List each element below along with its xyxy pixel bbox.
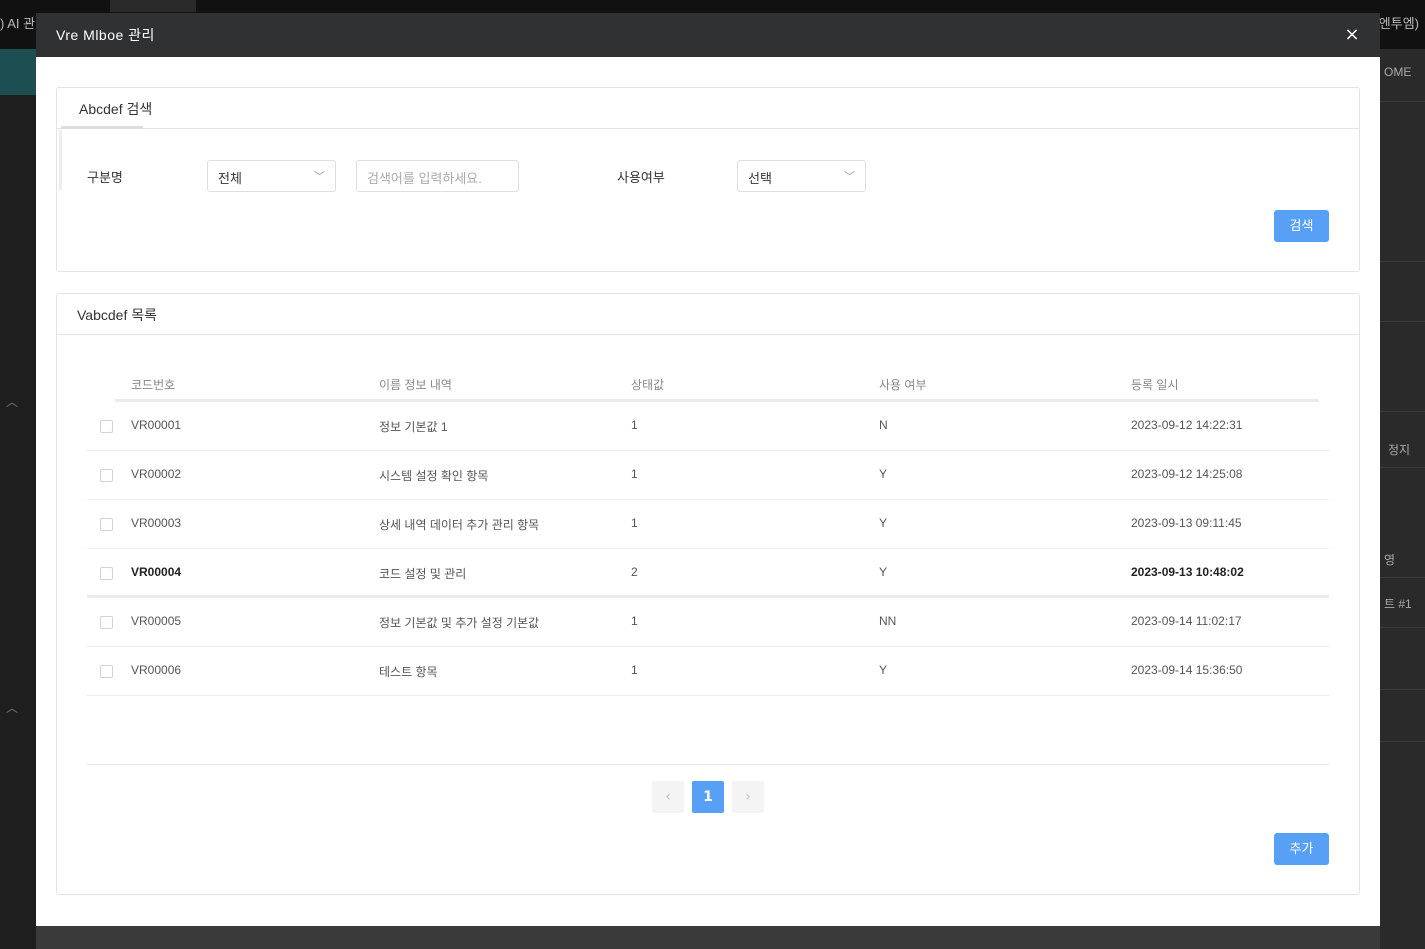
panel-tab-indicator — [61, 126, 143, 129]
cell-date: 2023-09-12 14:25:08 — [1131, 467, 1243, 481]
modal-header: Vre Mlboe 관리 × — [36, 13, 1380, 57]
table-header: 코드번호 이름 정보 내역 상태값 사용 여부 등록 일시 — [115, 364, 1319, 402]
divider — [1380, 467, 1425, 468]
column-header-use[interactable]: 사용 여부 — [879, 376, 927, 393]
cell-use: Y — [879, 565, 888, 579]
cell-state: 1 — [631, 663, 638, 677]
cell-code: VR00004 — [131, 565, 182, 579]
divider — [1380, 411, 1425, 412]
cell-name: 정보 기본값 및 추가 설정 기본값 — [379, 616, 540, 630]
column-header-state[interactable]: 상태값 — [631, 376, 664, 393]
divider — [1380, 577, 1425, 578]
divider — [87, 764, 1329, 765]
background-footer — [36, 926, 1380, 949]
cell-use: Y — [879, 467, 888, 481]
cell-code: VR00005 — [131, 614, 182, 628]
use-status-select[interactable]: 선택 ﹀ — [737, 160, 866, 192]
background-content-right: OME 정지 영 트 #1 — [1380, 49, 1425, 949]
background-menu-text: ) AI 관 — [0, 16, 36, 31]
table-row[interactable]: VR00003 상세 내역 데이터 추가 관리 항목 1 Y 2023-09-1… — [87, 500, 1329, 549]
background-text: 영 — [1384, 553, 1396, 567]
cell-name: 상세 내역 데이터 추가 관리 항목 — [379, 518, 540, 532]
close-icon[interactable]: × — [1342, 25, 1362, 45]
page-number-button[interactable]: 1 — [692, 781, 724, 813]
background-accent-block — [0, 49, 36, 95]
panel-accent-bar — [59, 130, 62, 190]
search-panel-title: Abcdef 검색 — [79, 101, 153, 117]
table-row[interactable]: VR00005 정보 기본값 및 추가 설정 기본값 1 NN 2023-09-… — [87, 598, 1329, 647]
column-header-code[interactable]: 코드번호 — [131, 376, 175, 393]
search-panel: Abcdef 검색 구분명 전체 ﹀ 검색어를 입력하세요. 사용여부 선택 ﹀… — [56, 87, 1360, 272]
cell-code: VR00003 — [131, 516, 182, 530]
search-button[interactable]: 검색 — [1274, 210, 1329, 242]
background-sidebar: ︿ ︿ — [0, 95, 36, 949]
list-panel-title: Vabcdef 목록 — [77, 307, 157, 323]
data-table: 코드번호 이름 정보 내역 상태값 사용 여부 등록 일시 VR00001 정보… — [87, 364, 1329, 696]
cell-state: 1 — [631, 418, 638, 432]
row-checkbox[interactable] — [100, 665, 113, 678]
column-header-name[interactable]: 이름 정보 내역 — [379, 376, 452, 393]
search-input-placeholder: 검색어를 입력하세요. — [367, 171, 482, 186]
chevron-down-icon: ﹀ — [844, 171, 855, 183]
cell-date: 2023-09-14 11:02:17 — [1131, 614, 1242, 628]
cell-state: 1 — [631, 516, 638, 530]
background-text: 트 #1 — [1384, 597, 1412, 611]
table-row[interactable]: VR00001 정보 기본값 1 1 N 2023-09-12 14:22:31 — [87, 402, 1329, 451]
add-button[interactable]: 추가 — [1274, 833, 1329, 865]
divider — [1380, 101, 1425, 102]
category-label: 구분명 — [87, 170, 123, 185]
cell-state: 2 — [631, 565, 638, 579]
divider — [1380, 321, 1425, 322]
cell-date: 2023-09-12 14:22:31 — [1131, 418, 1243, 432]
cell-code: VR00006 — [131, 663, 182, 677]
background-tab — [110, 0, 196, 12]
search-panel-header: Abcdef 검색 — [57, 88, 1359, 129]
table-row[interactable]: VR00004 코드 설정 및 관리 2 Y 2023-09-13 10:48:… — [87, 549, 1329, 598]
table-row[interactable]: VR00006 테스트 항목 1 Y 2023-09-14 15:36:50 — [87, 647, 1329, 696]
list-panel-header: Vabcdef 목록 — [57, 294, 1359, 335]
next-page-button[interactable]: › — [732, 781, 764, 813]
prev-page-button[interactable]: ‹ — [652, 781, 684, 813]
cell-date: 2023-09-13 10:48:02 — [1131, 565, 1244, 579]
chevron-down-icon: ﹀ — [314, 171, 325, 183]
cell-state: 1 — [631, 614, 638, 628]
row-checkbox[interactable] — [100, 567, 113, 580]
cell-date: 2023-09-13 09:11:45 — [1131, 516, 1242, 530]
background-text: OME — [1384, 65, 1412, 79]
modal-dialog: Vre Mlboe 관리 × Abcdef 검색 구분명 전체 ﹀ 검색어를 입… — [36, 13, 1380, 926]
chevron-up-icon: ︿ — [6, 701, 19, 715]
row-checkbox[interactable] — [100, 420, 113, 433]
cell-name: 시스템 설정 확인 항목 — [379, 469, 489, 483]
cell-use: N — [879, 418, 888, 432]
row-checkbox[interactable] — [100, 469, 113, 482]
category-select[interactable]: 전체 ﹀ — [207, 160, 336, 192]
row-checkbox[interactable] — [100, 518, 113, 531]
divider — [1380, 261, 1425, 262]
cell-name: 정보 기본값 1 — [379, 420, 448, 434]
table-row[interactable]: VR00002 시스템 설정 확인 항목 1 Y 2023-09-12 14:2… — [87, 451, 1329, 500]
background-text: 정지 — [1388, 443, 1411, 457]
cell-code: VR00002 — [131, 467, 182, 481]
cell-code: VR00001 — [131, 418, 182, 432]
divider — [1380, 689, 1425, 690]
chevron-up-icon: ︿ — [6, 395, 19, 409]
cell-use: NN — [879, 614, 897, 628]
divider — [1380, 627, 1425, 628]
divider — [1380, 741, 1425, 742]
cell-use: Y — [879, 516, 888, 530]
cell-use: Y — [879, 663, 888, 677]
use-status-select-value: 선택 — [748, 171, 772, 186]
cell-state: 1 — [631, 467, 638, 481]
background-user-text: (엔투엠) — [1374, 16, 1419, 31]
cell-name: 코드 설정 및 관리 — [379, 567, 467, 581]
use-status-label: 사용여부 — [617, 170, 665, 185]
cell-name: 테스트 항목 — [379, 665, 438, 679]
category-select-value: 전체 — [218, 171, 242, 186]
column-header-date[interactable]: 등록 일시 — [1131, 376, 1179, 393]
row-checkbox[interactable] — [100, 616, 113, 629]
modal-title: Vre Mlboe 관리 — [56, 27, 155, 43]
cell-date: 2023-09-14 15:36:50 — [1131, 663, 1243, 677]
search-input[interactable]: 검색어를 입력하세요. — [356, 160, 519, 192]
list-panel: Vabcdef 목록 코드번호 이름 정보 내역 상태값 사용 여부 등록 일시… — [56, 293, 1360, 895]
